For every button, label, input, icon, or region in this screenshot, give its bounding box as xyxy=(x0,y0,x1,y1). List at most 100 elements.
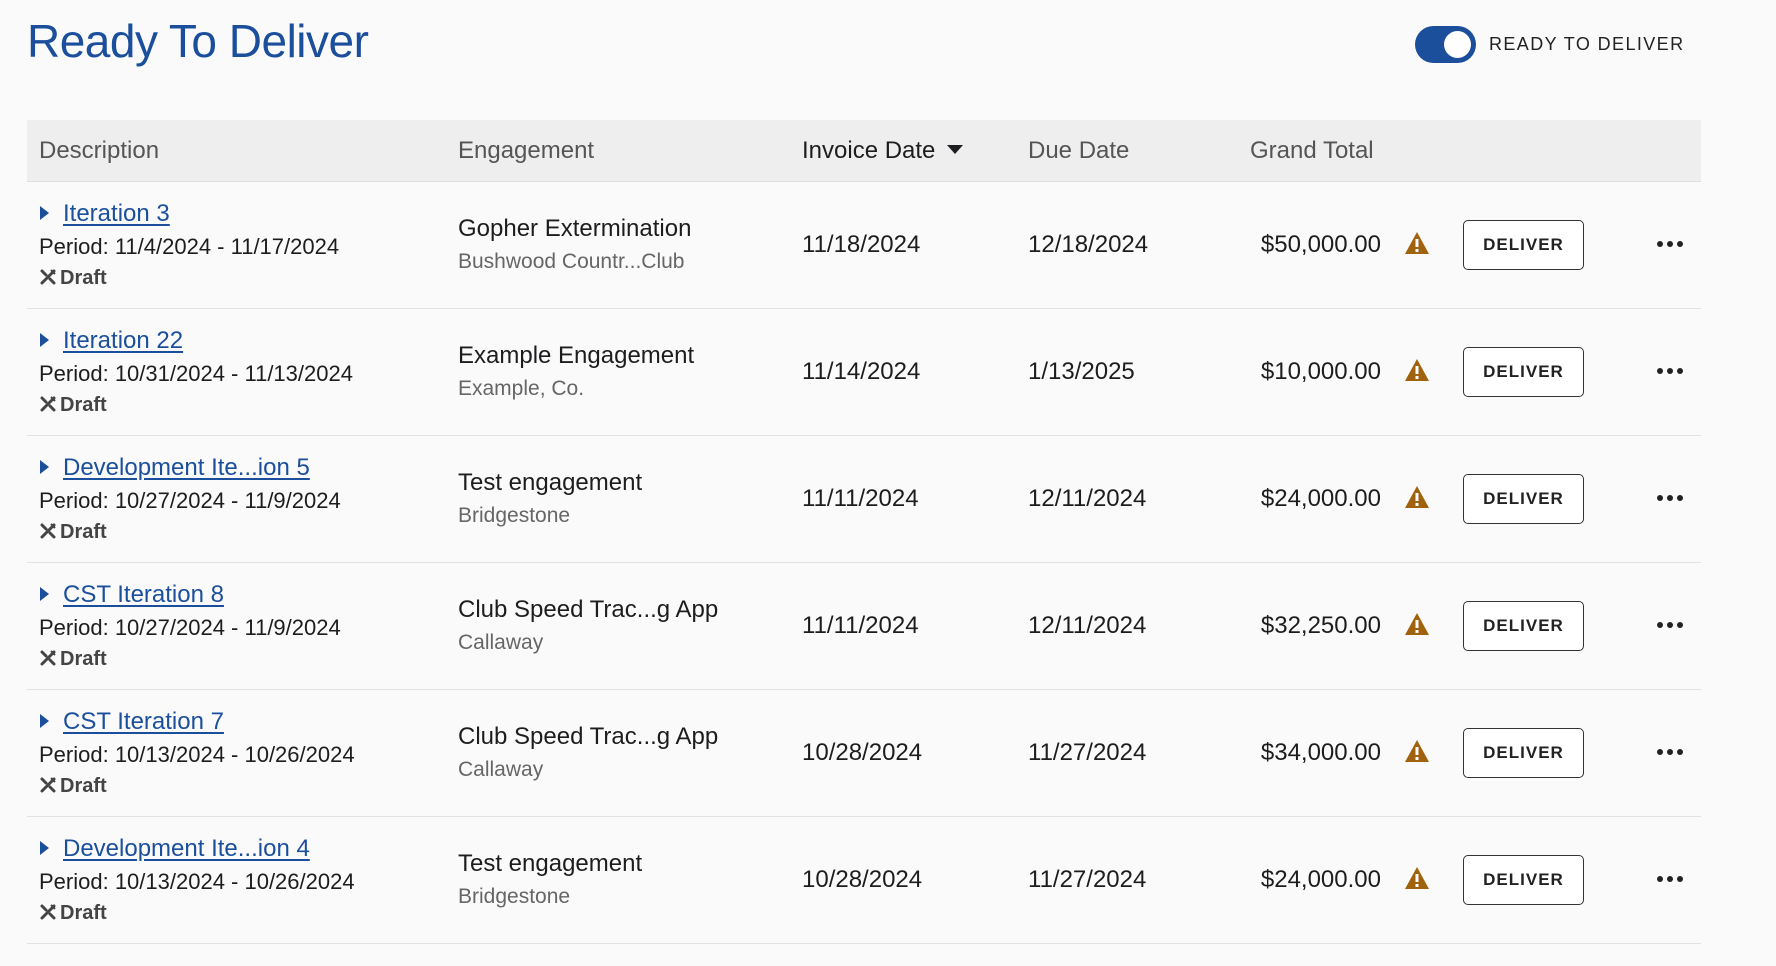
invoice-date: 10/28/2024 xyxy=(802,739,923,766)
invoice-period: Period: 10/27/2024 - 11/9/2024 xyxy=(39,488,341,513)
invoice-period: Period: 10/13/2024 - 10/26/2024 xyxy=(39,869,355,894)
status-label: Draft xyxy=(60,521,107,543)
status-label: Draft xyxy=(60,648,107,670)
status-label: Draft xyxy=(60,902,107,924)
table-row: Development Ite...ion 4 Period: 10/13/20… xyxy=(27,817,1701,944)
invoice-date: 11/11/2024 xyxy=(802,612,919,639)
warning-icon[interactable] xyxy=(1404,739,1430,763)
warning-icon[interactable] xyxy=(1404,485,1430,509)
invoice-title-link[interactable]: Development Ite...ion 5 xyxy=(63,454,310,482)
invoice-title-link[interactable]: Iteration 22 xyxy=(63,327,183,355)
deliver-button[interactable]: DELIVER xyxy=(1463,601,1584,651)
status-badge: Draft xyxy=(39,902,107,925)
table-row: CST Iteration 8 Period: 10/27/2024 - 11/… xyxy=(27,563,1701,690)
column-header-engagement[interactable]: Engagement xyxy=(458,120,594,182)
toggle-switch[interactable] xyxy=(1415,26,1476,63)
status-label: Draft xyxy=(60,394,107,416)
engagement-client: Callaway xyxy=(458,758,544,781)
caret-right-icon[interactable] xyxy=(40,460,49,474)
draft-icon xyxy=(40,904,56,920)
draft-icon xyxy=(40,777,56,793)
status-badge: Draft xyxy=(39,521,107,544)
more-icon[interactable] xyxy=(1657,742,1683,762)
more-dot xyxy=(1667,876,1673,882)
more-dot xyxy=(1667,495,1673,501)
invoice-title-link[interactable]: CST Iteration 8 xyxy=(63,581,224,609)
engagement-client: Callaway xyxy=(458,631,544,654)
more-icon[interactable] xyxy=(1657,869,1683,889)
invoice-period: Period: 11/4/2024 - 11/17/2024 xyxy=(39,234,340,259)
caret-right-icon[interactable] xyxy=(40,206,49,220)
invoice-date-header-label: Invoice Date xyxy=(802,137,936,164)
due-date: 11/27/2024 xyxy=(1028,866,1147,893)
deliver-button[interactable]: DELIVER xyxy=(1463,347,1584,397)
column-header-due-date[interactable]: Due Date xyxy=(1028,120,1129,182)
more-dot xyxy=(1667,368,1673,374)
more-dot xyxy=(1667,241,1673,247)
more-dot xyxy=(1657,495,1663,501)
warning-icon[interactable] xyxy=(1404,231,1430,255)
column-header-description[interactable]: Description xyxy=(39,120,159,182)
invoice-title-link[interactable]: Development Ite...ion 4 xyxy=(63,835,310,863)
toggle-label: READY TO DELIVER xyxy=(1489,34,1685,54)
grand-total: $24,000.00 xyxy=(1260,866,1381,893)
due-date: 12/18/2024 xyxy=(1028,231,1149,258)
column-header-invoice-date[interactable]: Invoice Date xyxy=(802,120,964,182)
more-dot xyxy=(1677,241,1683,247)
draft-icon xyxy=(40,269,56,285)
table-row: Iteration 3 Period: 11/4/2024 - 11/17/20… xyxy=(27,182,1701,309)
invoice-title-link[interactable]: CST Iteration 7 xyxy=(63,708,224,736)
grand-total: $32,250.00 xyxy=(1260,612,1381,639)
grand-total: $24,000.00 xyxy=(1260,485,1381,512)
table-row: Iteration 22 Period: 10/31/2024 - 11/13/… xyxy=(27,309,1701,436)
more-icon[interactable] xyxy=(1657,361,1683,381)
more-icon[interactable] xyxy=(1657,234,1683,254)
draft-icon xyxy=(40,396,56,412)
column-header-grand-total[interactable]: Grand Total xyxy=(1250,120,1374,182)
engagement-name: Test engagement xyxy=(458,469,643,496)
caret-right-icon[interactable] xyxy=(40,333,49,347)
more-dot xyxy=(1667,622,1673,628)
more-dot xyxy=(1677,368,1683,374)
page-title: Ready To Deliver xyxy=(27,15,369,67)
engagement-client: Bridgestone xyxy=(458,885,571,908)
warning-icon[interactable] xyxy=(1404,866,1430,890)
more-dot xyxy=(1677,876,1683,882)
due-date: 1/13/2025 xyxy=(1028,358,1135,385)
invoice-title-link[interactable]: Iteration 3 xyxy=(63,200,170,228)
caret-right-icon[interactable] xyxy=(40,714,49,728)
status-label: Draft xyxy=(60,267,107,289)
grand-total: $50,000.00 xyxy=(1260,231,1381,258)
invoice-date: 11/18/2024 xyxy=(802,231,921,258)
ready-to-deliver-toggle[interactable]: READY TO DELIVER xyxy=(1415,26,1684,63)
invoice-period: Period: 10/31/2024 - 11/13/2024 xyxy=(39,361,353,386)
more-dot xyxy=(1657,876,1663,882)
engagement-client: Example, Co. xyxy=(458,377,585,400)
grand-total: $10,000.00 xyxy=(1260,358,1381,385)
toggle-knob xyxy=(1444,31,1471,58)
deliver-button[interactable]: DELIVER xyxy=(1463,220,1584,270)
caret-right-icon[interactable] xyxy=(40,841,49,855)
due-date: 12/11/2024 xyxy=(1028,485,1147,512)
engagement-client: Bridgestone xyxy=(458,504,571,527)
deliver-button[interactable]: DELIVER xyxy=(1463,728,1584,778)
more-dot xyxy=(1667,749,1673,755)
deliver-button[interactable]: DELIVER xyxy=(1463,474,1584,524)
warning-icon[interactable] xyxy=(1404,612,1430,636)
more-dot xyxy=(1677,495,1683,501)
more-icon[interactable] xyxy=(1657,615,1683,635)
draft-icon xyxy=(40,650,56,666)
grand-total: $34,000.00 xyxy=(1260,739,1381,766)
table-header: Description Engagement Invoice Date Due … xyxy=(27,120,1701,182)
more-dot xyxy=(1657,622,1663,628)
sort-descending-icon xyxy=(947,145,964,155)
deliver-button[interactable]: DELIVER xyxy=(1463,855,1584,905)
invoice-date: 11/11/2024 xyxy=(802,485,919,512)
table-row: CST Iteration 7 Period: 10/13/2024 - 10/… xyxy=(27,690,1701,817)
caret-right-icon[interactable] xyxy=(40,587,49,601)
engagement-name: Gopher Extermination xyxy=(458,215,692,242)
engagement-name: Test engagement xyxy=(458,850,643,877)
warning-icon[interactable] xyxy=(1404,358,1430,382)
more-icon[interactable] xyxy=(1657,488,1683,508)
invoice-period: Period: 10/13/2024 - 10/26/2024 xyxy=(39,742,355,767)
